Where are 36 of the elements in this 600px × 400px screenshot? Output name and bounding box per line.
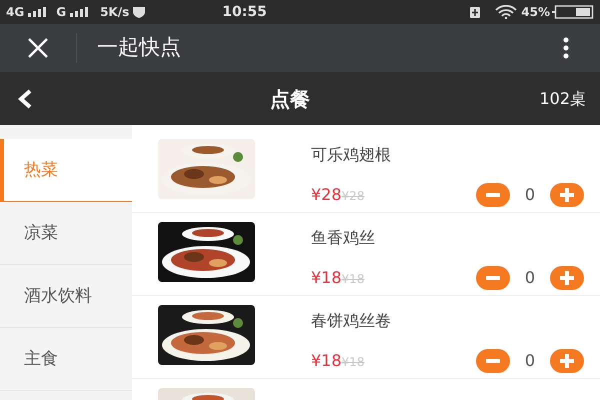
dish-name: 可乐鸡翅根 bbox=[311, 144, 392, 166]
quantity: 0 bbox=[524, 350, 536, 372]
close-icon bbox=[26, 36, 50, 60]
network-label: G bbox=[56, 4, 66, 21]
wifi-icon bbox=[495, 5, 518, 19]
dish-name: 春饼鸡丝卷 bbox=[311, 310, 392, 332]
category-item[interactable]: 凉菜 bbox=[0, 202, 132, 265]
speed-label: 5K/s bbox=[100, 4, 130, 21]
app-title: 一起快点 bbox=[97, 34, 181, 62]
dish-name: 鱼香鸡丝 bbox=[311, 227, 376, 249]
page-title: 点餐 bbox=[270, 86, 310, 112]
increase-button[interactable] bbox=[550, 349, 584, 373]
quantity: 0 bbox=[524, 184, 536, 206]
plus-icon bbox=[559, 187, 575, 203]
dish-price: ¥18 bbox=[311, 267, 342, 289]
increase-button[interactable] bbox=[550, 183, 584, 207]
clock: 10:55 bbox=[222, 2, 267, 22]
more-icon bbox=[563, 37, 569, 59]
table-label: 102桌 bbox=[539, 88, 586, 110]
network-label: 4G bbox=[6, 4, 24, 21]
increase-button[interactable] bbox=[550, 266, 584, 290]
decrease-button[interactable] bbox=[476, 266, 510, 290]
shield-icon bbox=[132, 6, 146, 18]
quantity: 0 bbox=[524, 267, 536, 289]
dish-price: ¥18 bbox=[311, 350, 342, 372]
sim-icon bbox=[469, 6, 482, 18]
battery-icon bbox=[552, 5, 594, 19]
back-icon bbox=[17, 88, 33, 108]
category-item[interactable]: 酒水饮料 bbox=[0, 265, 132, 328]
decrease-button[interactable] bbox=[476, 183, 510, 207]
plus-icon bbox=[559, 270, 575, 286]
battery-label: 45% bbox=[521, 4, 550, 21]
dish-price: ¥28 bbox=[311, 184, 342, 206]
decrease-button[interactable] bbox=[476, 349, 510, 373]
category-item[interactable]: 主食 bbox=[0, 328, 132, 391]
plus-icon bbox=[559, 353, 575, 369]
